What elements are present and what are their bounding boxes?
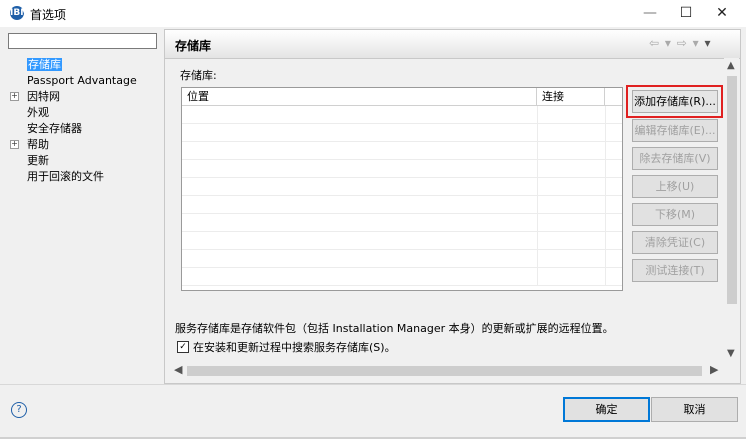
remove-repository-button[interactable]: 除去存储库(V): [632, 147, 718, 170]
cancel-button[interactable]: 取消: [651, 397, 738, 422]
column-header-location[interactable]: 位置: [182, 88, 537, 105]
edit-repository-button[interactable]: 编辑存储库(E)...: [632, 119, 718, 142]
move-down-button[interactable]: 下移(M): [632, 203, 718, 226]
tree-item-internet[interactable]: + 因特网: [10, 89, 60, 104]
expand-icon[interactable]: +: [10, 140, 19, 149]
scroll-down-icon[interactable]: ▼: [727, 348, 735, 359]
history-nav: ⇦ ▾ ⇨ ▾ ▾: [649, 36, 712, 50]
filter-input[interactable]: [8, 33, 157, 49]
table-row: [182, 232, 622, 250]
table-row: [182, 124, 622, 142]
move-up-button[interactable]: 上移(U): [632, 175, 718, 198]
table-row: [182, 250, 622, 268]
title-bar: IBM 首选项 — ☐ ✕: [0, 0, 746, 27]
repositories-label: 存储库:: [180, 69, 217, 82]
scroll-thumb[interactable]: [727, 76, 737, 304]
scroll-right-icon[interactable]: ▶: [710, 363, 718, 376]
forward-arrow-icon[interactable]: ⇨: [677, 36, 688, 50]
repository-table[interactable]: 位置 连接: [181, 87, 623, 291]
scroll-left-icon[interactable]: ◀: [174, 363, 182, 376]
tree-item-label: 存储库: [27, 58, 62, 71]
view-menu-chevron-icon[interactable]: ▾: [705, 36, 712, 50]
table-row: [182, 106, 622, 124]
table-row: [182, 214, 622, 232]
tree-item-updates[interactable]: 更新: [27, 153, 49, 168]
back-menu-chevron-icon[interactable]: ▾: [665, 36, 672, 50]
minimize-button[interactable]: —: [632, 0, 668, 27]
tree-item-appearance[interactable]: 外观: [27, 105, 49, 120]
table-header: 位置 连接: [182, 88, 622, 106]
description-text: 服务存储库是存储软件包（包括 Installation Manager 本身）的…: [175, 322, 614, 335]
test-connection-button[interactable]: 测试连接(T): [632, 259, 718, 282]
scroll-up-icon[interactable]: ▲: [727, 60, 735, 71]
table-row: [182, 268, 622, 286]
tree-item-secure-storage[interactable]: 安全存储器: [27, 121, 82, 136]
horizontal-scrollbar[interactable]: ◀ ▶: [170, 363, 724, 378]
table-row: [182, 142, 622, 160]
vertical-scrollbar[interactable]: ▲ ▼: [724, 58, 739, 363]
search-service-repos-checkbox[interactable]: ✓: [177, 341, 189, 353]
tree-item-help[interactable]: + 帮助: [10, 137, 49, 152]
highlight-annotation: [626, 85, 723, 118]
back-arrow-icon[interactable]: ⇦: [649, 36, 660, 50]
table-row: [182, 160, 622, 178]
close-button[interactable]: ✕: [704, 0, 740, 27]
footer-divider: [0, 384, 746, 385]
tree-item-label: 因特网: [27, 90, 60, 103]
column-header-connection[interactable]: 连接: [537, 88, 605, 105]
ok-button[interactable]: 确定: [563, 397, 650, 422]
tree-item-label: 外观: [27, 106, 49, 119]
search-service-repos-label[interactable]: 在安装和更新过程中搜索服务存储库(S)。: [193, 339, 396, 355]
tree-item-label: 用于回滚的文件: [27, 170, 104, 183]
table-row: [182, 196, 622, 214]
tree-item-passport-advantage[interactable]: Passport Advantage: [27, 73, 137, 88]
tree-item-label: 更新: [27, 154, 49, 167]
tree-item-repositories[interactable]: 存储库: [27, 57, 62, 72]
page-header: 存储库 ⇦ ▾ ⇨ ▾ ▾: [165, 30, 740, 59]
table-row: [182, 178, 622, 196]
tree-item-rollback-files[interactable]: 用于回滚的文件: [27, 169, 104, 184]
clear-credentials-button[interactable]: 清除凭证(C): [632, 231, 718, 254]
scroll-thumb[interactable]: [187, 366, 702, 376]
tree-item-label: 帮助: [27, 138, 49, 151]
tree-item-label: 安全存储器: [27, 122, 82, 135]
forward-menu-chevron-icon[interactable]: ▾: [693, 36, 700, 50]
maximize-button[interactable]: ☐: [668, 0, 704, 27]
expand-icon[interactable]: +: [10, 92, 19, 101]
window-title: 首选项: [30, 8, 67, 22]
help-icon[interactable]: ?: [11, 402, 27, 418]
page-title: 存储库: [175, 39, 212, 53]
app-icon: IBM: [10, 6, 30, 20]
tree-item-label: Passport Advantage: [27, 74, 137, 87]
